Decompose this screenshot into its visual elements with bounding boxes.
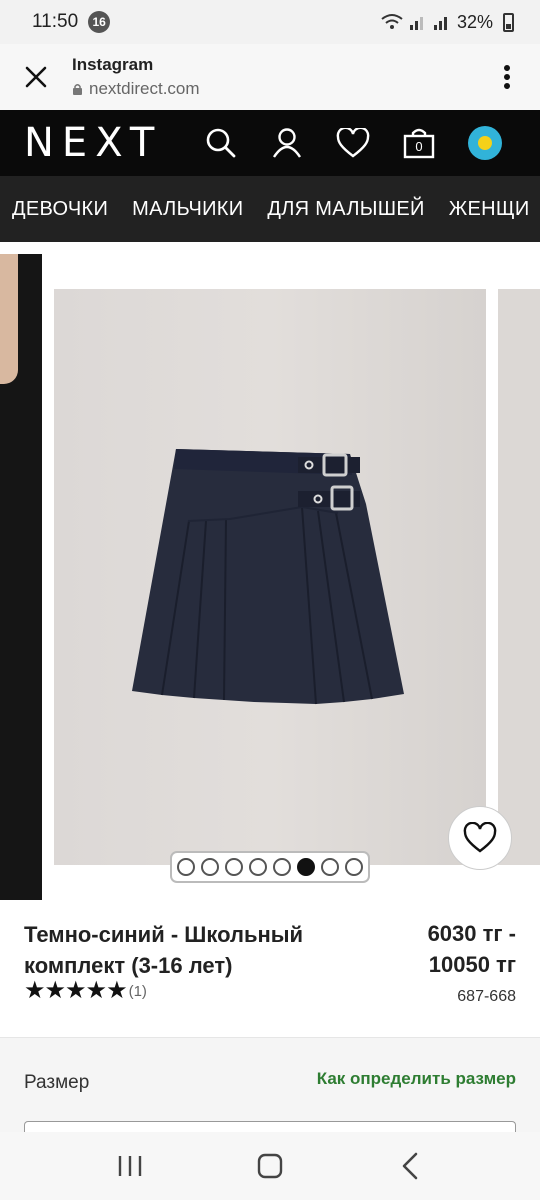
signal-icon (409, 17, 423, 30)
gallery-dot[interactable] (273, 858, 291, 876)
star-icon: ★ (106, 977, 128, 1004)
gallery-dot[interactable] (345, 858, 363, 876)
wifi-icon (381, 14, 403, 29)
more-vert-icon (504, 65, 510, 89)
search-button[interactable] (188, 110, 254, 176)
next-image-peek[interactable] (498, 289, 540, 865)
home-icon (257, 1153, 283, 1179)
skirt-illustration (54, 289, 486, 865)
product-info: Темно-синий - Школьный комплект (3-16 ле… (0, 907, 540, 1037)
system-nav-bar (0, 1132, 540, 1200)
account-icon (272, 128, 302, 158)
account-button[interactable] (254, 110, 320, 176)
signal-icon-2 (433, 17, 447, 30)
product-price: 6030 тг - 10050 тг (427, 921, 516, 977)
gallery-dot[interactable] (177, 858, 195, 876)
star-icon: ★ (44, 977, 67, 1004)
country-selector-button[interactable] (452, 110, 518, 176)
country-flag-icon (468, 126, 502, 160)
star-icon: ★ (85, 977, 108, 1004)
status-bar: 11:50 16 32% (0, 0, 540, 44)
battery-icon (503, 12, 514, 32)
bag-button[interactable]: 0 (386, 110, 452, 176)
gallery-dot[interactable] (321, 858, 339, 876)
header-icons: 0 (188, 110, 518, 176)
battery-percent: 32% (456, 11, 493, 32)
back-icon (402, 1152, 418, 1180)
bag-count: 0 (415, 139, 423, 154)
status-icons: 32% (381, 12, 514, 33)
next-logo[interactable]: NEXT (24, 120, 162, 166)
heart-outline-icon (463, 822, 497, 853)
lock-icon (73, 83, 82, 95)
site-header: NEXT 0 (0, 110, 540, 176)
search-icon (206, 128, 236, 158)
back-button[interactable] (380, 1136, 440, 1196)
browser-menu-button[interactable] (474, 44, 540, 110)
product-gallery[interactable] (0, 242, 540, 907)
product-title: Темно-синий - Школьный комплект (3-16 ле… (24, 922, 304, 978)
product-sku: 687-668 (457, 988, 516, 1005)
home-button[interactable] (240, 1136, 300, 1196)
rating-count: (1) (128, 982, 147, 1000)
tab-titles: Instagram nextdirect.com (72, 55, 474, 99)
category-baby[interactable]: ДЛЯ МАЛЫШЕЙ (255, 198, 436, 221)
gallery-dot[interactable] (201, 858, 219, 876)
close-icon (25, 66, 47, 88)
recent-apps-button[interactable] (100, 1136, 160, 1196)
tab-url-row: nextdirect.com (72, 79, 474, 99)
gallery-dot-active[interactable] (297, 858, 315, 876)
gallery-pagination (170, 851, 370, 883)
tab-title: Instagram (72, 55, 154, 74)
product-image[interactable] (54, 289, 486, 865)
size-label: Размер (24, 1072, 90, 1093)
add-to-favourites-button[interactable] (448, 806, 512, 870)
favourites-button[interactable] (320, 110, 386, 176)
close-tab-button[interactable] (0, 44, 72, 110)
status-time: 11:50 (32, 11, 79, 32)
browser-tab-bar: Instagram nextdirect.com (0, 44, 540, 110)
category-women[interactable]: ЖЕНЩИ (437, 198, 540, 221)
product-rating[interactable]: ★ ★ ★ ★ ★ (1) (24, 979, 147, 1003)
heart-icon (336, 128, 370, 158)
category-nav: ДЕВОЧКИ МАЛЬЧИКИ ДЛЯ МАЛЫШЕЙ ЖЕНЩИ (0, 176, 540, 242)
star-icon: ★ (24, 977, 46, 1004)
star-icon: ★ (65, 977, 87, 1004)
notification-count-badge: 16 (88, 11, 111, 33)
gallery-dot[interactable] (249, 858, 267, 876)
previous-image-peek[interactable] (0, 254, 42, 900)
category-girls[interactable]: ДЕВОЧКИ (0, 198, 120, 221)
tab-url: nextdirect.com (89, 79, 200, 98)
size-section: Размер Как определить размер (0, 1037, 540, 1151)
recent-apps-icon (118, 1156, 142, 1176)
size-guide-link[interactable]: Как определить размер (317, 1069, 516, 1089)
category-boys[interactable]: МАЛЬЧИКИ (120, 198, 255, 221)
gallery-dot[interactable] (225, 858, 243, 876)
